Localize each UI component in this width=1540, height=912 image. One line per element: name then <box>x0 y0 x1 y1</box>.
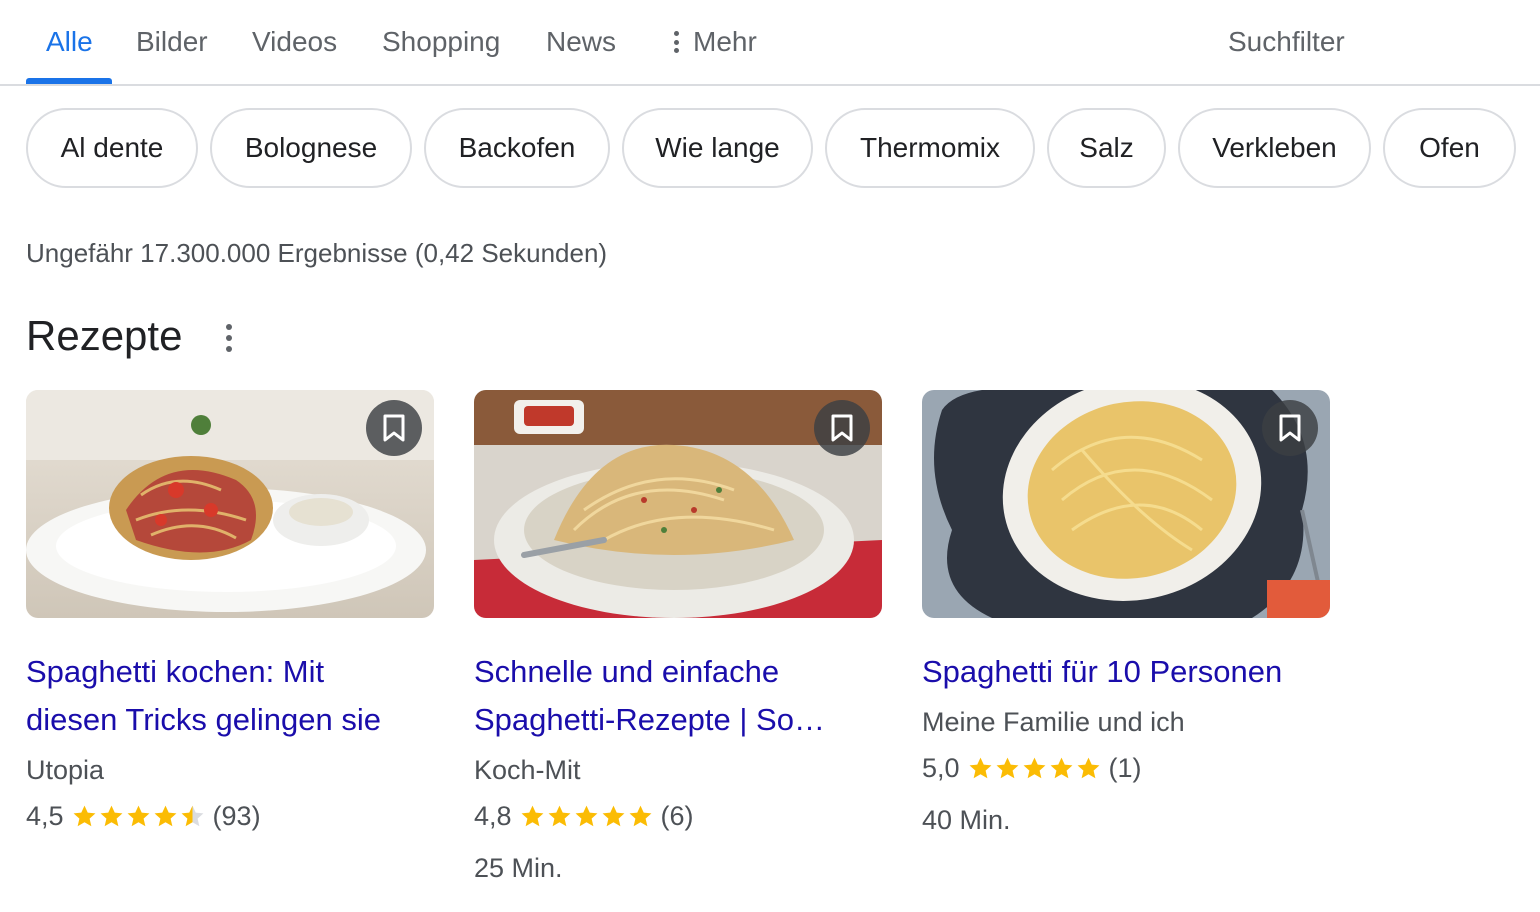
chip-bolognese[interactable]: Bolognese <box>210 108 412 188</box>
recipe-title-line1: Spaghetti für 10 Personen <box>922 654 1283 689</box>
recipe-image[interactable] <box>922 390 1330 618</box>
recipe-source: Koch-Mit <box>474 755 581 785</box>
star-icon <box>127 805 149 826</box>
chip-thermomix[interactable]: Thermomix <box>825 108 1035 188</box>
chip-verkleben[interactable]: Verkleben <box>1178 108 1371 188</box>
tab-news[interactable]: News <box>546 24 616 60</box>
star-icon <box>100 805 122 826</box>
review-count: (6) <box>660 801 694 831</box>
recipe-title[interactable]: Spaghetti kochen: Mit diesen Tricks geli… <box>26 648 434 744</box>
chip-wie-lange[interactable]: Wie lange <box>622 108 813 188</box>
tab-shopping[interactable]: Shopping <box>382 24 500 60</box>
star-icon <box>575 805 597 826</box>
star-icon <box>1023 757 1045 778</box>
star-icon <box>629 805 651 826</box>
star-icon <box>1050 757 1072 778</box>
result-stats: Ungefähr 17.300.000 Ergebnisse (0,42 Sek… <box>26 238 608 268</box>
recipe-duration: 25 Min. <box>474 853 563 883</box>
rating-value: 5,0 <box>922 753 960 783</box>
recipe-title[interactable]: Schnelle und einfache Spaghetti-Rezepte … <box>474 648 882 744</box>
chip-salz[interactable]: Salz <box>1047 108 1166 188</box>
recipe-rating: 5,0 (1) <box>922 742 1330 794</box>
tab-videos[interactable]: Videos <box>252 24 337 60</box>
recipe-rating: 4,8 (6) <box>474 790 882 842</box>
star-icon <box>1077 757 1099 778</box>
recipe-source: Utopia <box>26 755 105 785</box>
recipe-card[interactable]: Spaghetti kochen: Mit diesen Tricks geli… <box>26 390 434 842</box>
star-icon <box>521 805 543 826</box>
recipe-image[interactable] <box>26 390 434 618</box>
star-icon <box>181 805 203 826</box>
rating-stars <box>968 756 1101 781</box>
review-count: (1) <box>1108 753 1142 783</box>
chip-al-dente[interactable]: Al dente <box>26 108 198 188</box>
tab-mehr-label: Mehr <box>693 26 757 57</box>
star-icon <box>154 805 176 826</box>
recipe-image[interactable] <box>474 390 882 618</box>
more-vert-icon[interactable] <box>222 324 236 352</box>
recipe-title-line2: Spaghetti-Rezepte | So… <box>474 702 825 737</box>
rating-stars <box>72 804 205 829</box>
star-icon <box>73 805 95 826</box>
search-tabs: Alle Bilder Videos Shopping News Mehr Su… <box>0 0 1540 86</box>
star-icon <box>996 757 1018 778</box>
recipe-card[interactable]: Schnelle und einfache Spaghetti-Rezepte … <box>474 390 882 894</box>
star-icon <box>969 757 991 778</box>
rating-stars <box>520 804 653 829</box>
tab-mehr[interactable]: Mehr <box>674 24 757 60</box>
recipe-title[interactable]: Spaghetti für 10 Personen <box>922 648 1330 696</box>
bookmark-icon[interactable] <box>814 400 870 456</box>
more-vert-icon <box>674 31 679 53</box>
suchfilter-button[interactable]: Suchfilter <box>1228 24 1345 60</box>
star-icon <box>602 805 624 826</box>
bookmark-icon[interactable] <box>1262 400 1318 456</box>
recipe-title-line2: diesen Tricks gelingen sie <box>26 702 381 737</box>
star-icon <box>548 805 570 826</box>
tab-bilder[interactable]: Bilder <box>136 24 208 60</box>
tab-alle[interactable]: Alle <box>46 24 93 60</box>
review-count: (93) <box>212 801 261 831</box>
rating-value: 4,5 <box>26 801 64 831</box>
recipe-title-line1: Spaghetti kochen: Mit <box>26 654 325 689</box>
recipe-title-line1: Schnelle und einfache <box>474 654 780 689</box>
section-title: Rezepte <box>26 312 183 359</box>
recipe-duration: 40 Min. <box>922 805 1011 835</box>
chip-ofen[interactable]: Ofen <box>1383 108 1516 188</box>
bookmark-icon[interactable] <box>366 400 422 456</box>
recipe-card[interactable]: Spaghetti für 10 Personen Meine Familie … <box>922 390 1330 846</box>
rating-value: 4,8 <box>474 801 512 831</box>
recipe-rating: 4,5 (93) <box>26 790 434 842</box>
active-tab-indicator <box>26 78 112 84</box>
chip-backofen[interactable]: Backofen <box>424 108 610 188</box>
recipe-source: Meine Familie und ich <box>922 707 1185 737</box>
